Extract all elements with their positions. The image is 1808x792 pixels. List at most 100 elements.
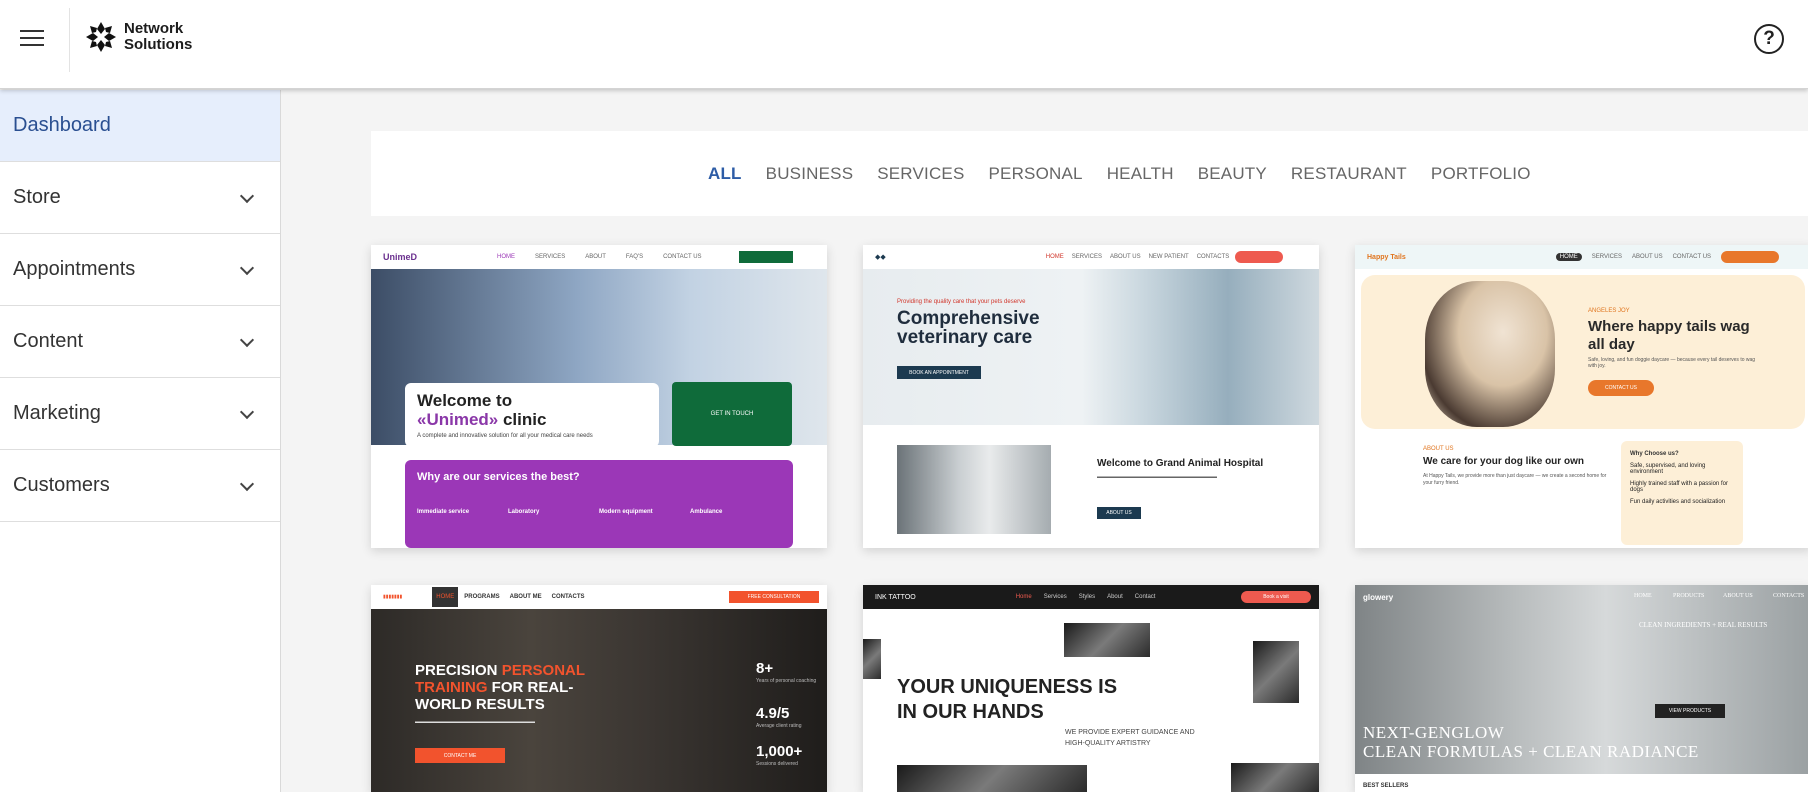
template-nav-item: PRODUCTS bbox=[1673, 593, 1705, 599]
sidebar-item-label: Dashboard bbox=[13, 114, 111, 136]
template-why-item: Highly trained staff with a passion for … bbox=[1630, 481, 1728, 493]
template-nav-item: CONTACTS bbox=[551, 594, 585, 600]
sidebar-item-customers[interactable]: Customers bbox=[0, 450, 280, 522]
sidebar-item-label: Store bbox=[13, 186, 61, 208]
template-topbar-button bbox=[1721, 251, 1779, 263]
chevron-down-icon[interactable] bbox=[239, 404, 255, 420]
template-service: Immediate service bbox=[417, 509, 470, 515]
filter-portfolio[interactable]: PORTFOLIO bbox=[1431, 164, 1531, 184]
template-subtitle: A complete and innovative solution for a… bbox=[417, 433, 593, 439]
template-headline: Comprehensive veterinary care bbox=[897, 308, 1040, 348]
filter-beauty[interactable]: BEAUTY bbox=[1198, 164, 1267, 184]
chevron-down-icon[interactable] bbox=[239, 260, 255, 276]
template-nav-item: HOME bbox=[1555, 253, 1582, 261]
sidebar-item-label: Customers bbox=[13, 474, 110, 496]
template-topbar: Happy Tails HOME SERVICES ABOUT US CONTA… bbox=[1355, 245, 1808, 269]
filter-restaurant[interactable]: RESTAURANT bbox=[1291, 164, 1407, 184]
template-cta-secondary: ABOUT US bbox=[1097, 507, 1141, 519]
template-stat-value: 8+ bbox=[756, 660, 774, 677]
template-nav-item: Contact bbox=[1134, 594, 1156, 600]
template-services-title: Why are our services the best? bbox=[417, 471, 580, 483]
template-services-panel: Why are our services the best? Immediate… bbox=[405, 460, 793, 548]
template-side-title: CLEAN INGREDIENTS + REAL RESULTS bbox=[1639, 621, 1768, 629]
template-card-tattoo[interactable]: INK TATTOO Home Services Styles About Co… bbox=[863, 585, 1319, 792]
brand-logo[interactable]: Network Solutions bbox=[84, 20, 204, 54]
template-stat-value: 4.9/5 bbox=[756, 705, 790, 722]
template-topbar-button bbox=[739, 251, 793, 263]
sidebar-item-content[interactable]: Content bbox=[0, 306, 280, 378]
template-stat-value: 1,000+ bbox=[756, 743, 803, 760]
sidebar-item-appointments[interactable]: Appointments bbox=[0, 234, 280, 306]
template-service: Modern equipment bbox=[599, 509, 653, 515]
template-topbar-button bbox=[1235, 251, 1283, 263]
template-welcome-box: Welcome to «Unimed» clinic A complete and… bbox=[405, 383, 659, 447]
template-headline: YOUR UNIQUENESS IS IN OUR HANDS bbox=[897, 676, 1118, 723]
template-card-personal-training[interactable]: ▮▮▮▮▮▮▮ HOME PROGRAMS ABOUT ME CONTACTS … bbox=[371, 585, 827, 792]
sidebar-item-marketing[interactable]: Marketing bbox=[0, 378, 280, 450]
template-nav-item: ABOUT US bbox=[1110, 254, 1141, 260]
template-about-title: We care for your dog like our own bbox=[1423, 456, 1584, 467]
template-nav-item: NEW PATIENT bbox=[1148, 254, 1189, 260]
template-topbar-button: Book a visit bbox=[1241, 591, 1311, 603]
template-nav-item: CONTACTS bbox=[1773, 593, 1805, 599]
header-divider bbox=[69, 8, 70, 72]
template-headline: Where happy tails wag all day bbox=[1588, 318, 1750, 353]
template-why-item: Fun daily activities and socialization bbox=[1630, 499, 1726, 505]
template-gallery-image bbox=[1231, 763, 1319, 792]
template-card-veterinary[interactable]: ◆◆ HOME SERVICES ABOUT US NEW PATIENT CO… bbox=[863, 245, 1319, 548]
sidebar: Dashboard Store Appointments Content Mar… bbox=[0, 90, 281, 792]
template-nav-item: CONTACT US bbox=[663, 254, 702, 260]
sidebar-item-store[interactable]: Store bbox=[0, 162, 280, 234]
template-why-panel: Why Choose us? Safe, supervised, and lov… bbox=[1621, 441, 1743, 545]
sidebar-item-label: Content bbox=[13, 330, 84, 352]
template-headline: Welcome to bbox=[417, 391, 513, 410]
chevron-down-icon[interactable] bbox=[239, 332, 255, 348]
template-why-item: Safe, supervised, and loving environment bbox=[1630, 463, 1706, 475]
template-nav-item: HOME bbox=[1634, 593, 1652, 599]
template-nav-item: HOME bbox=[432, 587, 459, 607]
template-secondary-image bbox=[897, 445, 1051, 534]
template-nav-item: PROGRAMS bbox=[464, 594, 500, 600]
template-about-kicker: ABOUT US bbox=[1423, 446, 1454, 452]
template-nav-item: Services bbox=[1043, 594, 1067, 600]
template-card-happy-tails[interactable]: Happy Tails HOME SERVICES ABOUT US CONTA… bbox=[1355, 245, 1808, 548]
template-nav-item: SERVICES bbox=[535, 254, 566, 260]
brand-name: Network Solutions bbox=[124, 20, 193, 53]
template-nav-item: ABOUT US bbox=[1632, 254, 1663, 260]
template-nav-item: SERVICES bbox=[1071, 254, 1103, 260]
template-topbar: ◆◆ HOME SERVICES ABOUT US NEW PATIENT CO… bbox=[863, 245, 1319, 269]
chevron-down-icon[interactable] bbox=[239, 188, 255, 204]
filter-services[interactable]: SERVICES bbox=[877, 164, 964, 184]
template-logo: glowery bbox=[1363, 593, 1394, 602]
template-stat-label: Sessions delivered bbox=[756, 761, 798, 767]
template-nav-item: ABOUT bbox=[585, 254, 606, 260]
template-kicker: ANGELES JOY bbox=[1588, 308, 1630, 314]
template-section-title: BEST SELLERS bbox=[1363, 783, 1409, 789]
template-cta: CONTACT US bbox=[1588, 380, 1654, 396]
filter-health[interactable]: HEALTH bbox=[1107, 164, 1174, 184]
template-stat-label: Years of personal coaching bbox=[756, 678, 817, 684]
template-topbar: UnimeD HOME SERVICES ABOUT FAQ'S CONTACT… bbox=[371, 245, 827, 269]
template-logo: ◆◆ bbox=[875, 254, 886, 261]
sidebar-item-dashboard[interactable]: Dashboard bbox=[0, 90, 280, 162]
template-about-paragraph: At Happy Tails, we provide more than jus… bbox=[1423, 473, 1607, 486]
template-logo: INK TATTOO bbox=[875, 593, 916, 601]
hamburger-menu-icon[interactable] bbox=[20, 30, 44, 50]
filter-all[interactable]: ALL bbox=[708, 164, 742, 184]
template-paragraph: ▬▬▬▬▬▬▬▬▬▬▬▬▬▬▬▬▬▬▬▬▬▬▬▬ bbox=[1097, 474, 1217, 480]
filter-business[interactable]: BUSINESS bbox=[766, 164, 854, 184]
template-card-unimed[interactable]: UnimeD HOME SERVICES ABOUT FAQ'S CONTACT… bbox=[371, 245, 827, 548]
template-hero-image bbox=[1425, 281, 1555, 427]
chevron-down-icon[interactable] bbox=[239, 476, 255, 492]
template-filter-bar: ALL BUSINESS SERVICES PERSONAL HEALTH BE… bbox=[371, 131, 1808, 216]
template-nav-item: FAQ'S bbox=[625, 254, 644, 260]
template-headline: NEXT-GENGLOW CLEAN FORMULAS + CLEAN RADI… bbox=[1363, 723, 1699, 761]
template-logo: ▮▮▮▮▮▮▮ bbox=[383, 594, 403, 600]
template-card-glowery[interactable]: glowery HOME PRODUCTS ABOUT US CONTACTS … bbox=[1355, 585, 1808, 792]
template-cta: GET IN TOUCH bbox=[672, 382, 792, 446]
template-gallery-image bbox=[863, 639, 881, 679]
help-question-icon[interactable]: ? bbox=[1754, 24, 1784, 54]
template-cta: BOOK AN APPOINTMENT bbox=[897, 366, 981, 379]
template-logo: Happy Tails bbox=[1367, 253, 1406, 261]
filter-personal[interactable]: PERSONAL bbox=[989, 164, 1083, 184]
